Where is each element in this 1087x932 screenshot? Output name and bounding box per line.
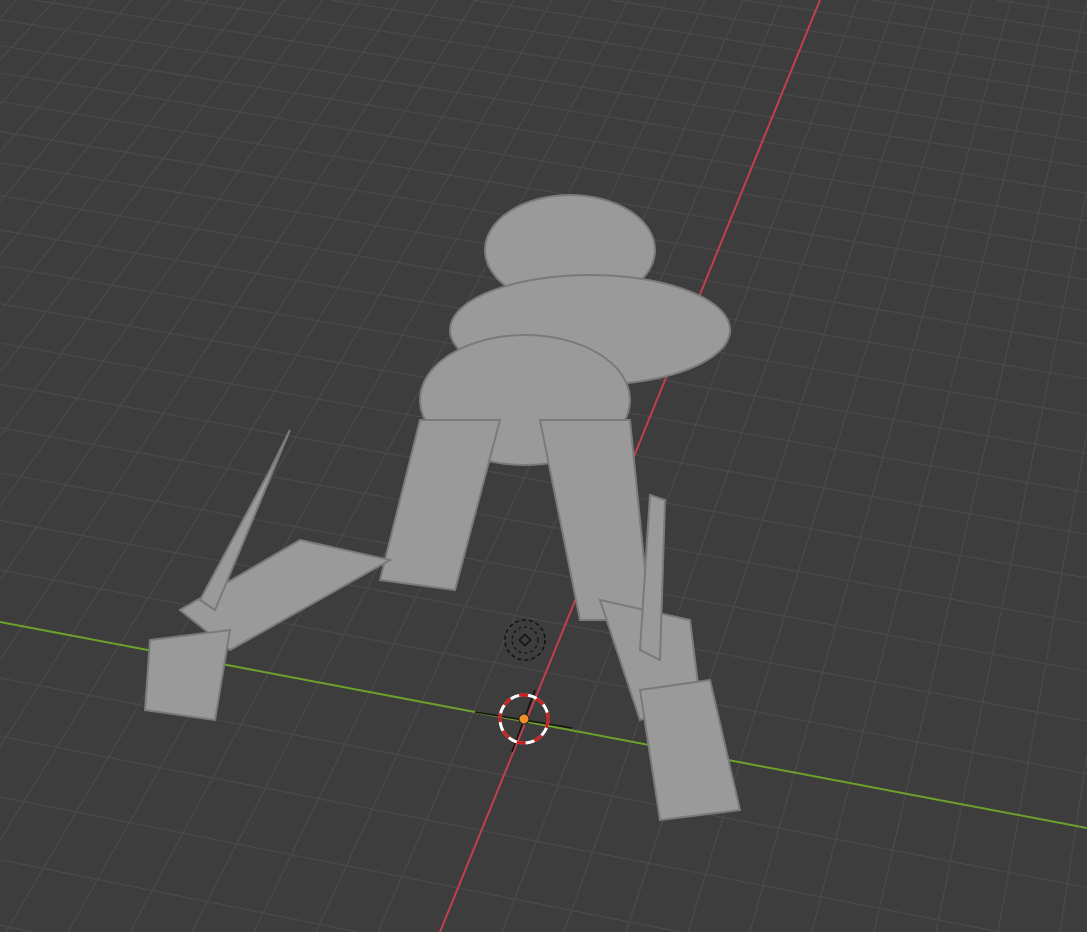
grid-line [873, 1, 1087, 932]
grid-line [749, 0, 1012, 932]
grid-line [67, 0, 591, 932]
grid-line [0, 45, 1087, 222]
object-origin-marker [504, 619, 546, 661]
grid-line [331, 0, 1087, 119]
grid-line [0, 859, 358, 932]
grid-line [0, 796, 681, 932]
grid-line [743, 0, 1087, 54]
grid-line [0, 0, 209, 256]
grid-line [0, 0, 94, 105]
grid-line [872, 0, 1087, 34]
grid-line [0, 735, 1001, 932]
mesh-part [143, 628, 232, 722]
grid-line [33, 0, 1087, 168]
mesh-part [378, 419, 502, 592]
grid-line [0, 19, 1087, 194]
mesh-part [638, 493, 667, 662]
grid-line [997, 432, 1087, 932]
origin-dot [518, 713, 530, 725]
grid-line [473, 0, 1087, 96]
sculpt-mesh-object[interactable] [143, 194, 742, 822]
grid-line [1059, 754, 1087, 932]
grid-line [0, 924, 33, 932]
grid-line [0, 0, 18, 19]
3d-viewport[interactable] [0, 0, 1087, 932]
mesh-part [638, 678, 742, 822]
grid-line [996, 0, 1087, 15]
grid-line [610, 0, 1087, 75]
grid-line [0, 0, 400, 581]
grid-line [0, 0, 362, 507]
viewport-canvas[interactable] [0, 0, 1087, 932]
grid-line [0, 0, 171, 203]
grid-line [0, 0, 247, 313]
floor-grid [0, 0, 1087, 932]
